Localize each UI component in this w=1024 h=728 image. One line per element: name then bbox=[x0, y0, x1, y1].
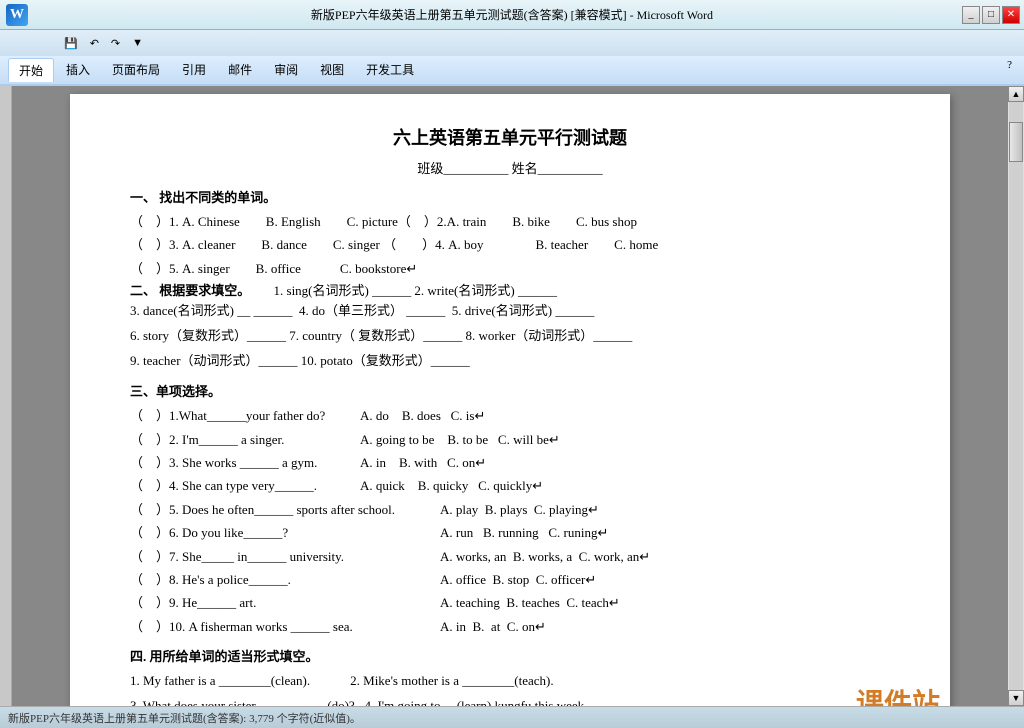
toolbar-dropdown-icon[interactable]: ▼ bbox=[128, 36, 147, 50]
redo-icon[interactable]: ↷ bbox=[107, 36, 124, 51]
save-icon[interactable]: 💾 bbox=[60, 36, 82, 51]
tab-insert[interactable]: 插入 bbox=[56, 58, 100, 82]
section1-row2: （ ）3. A. cleaner B. dance C. singer （ ）4… bbox=[130, 233, 890, 256]
quick-access-toolbar: 💾 ↶ ↷ ▼ bbox=[0, 30, 1024, 56]
document-page: 六上英语第五单元平行测试题 班级__________ 姓名__________ … bbox=[70, 94, 950, 706]
window-controls[interactable]: _ □ ✕ bbox=[962, 6, 1020, 24]
scroll-thumb[interactable] bbox=[1009, 122, 1023, 162]
main-area: 六上英语第五单元平行测试题 班级__________ 姓名__________ … bbox=[0, 86, 1024, 706]
title-text: 新版PEP六年级英语上册第五单元测试题(含答案) [兼容模式] - Micros… bbox=[311, 6, 713, 23]
s3-q10: （ ）10. A fisherman works ______ sea. A. … bbox=[130, 615, 890, 638]
tab-view[interactable]: 视图 bbox=[310, 58, 354, 82]
q3: （ ）3. A. cleaner B. dance C. singer （ ）4… bbox=[130, 233, 658, 256]
vertical-scrollbar[interactable]: ▲ ▼ bbox=[1008, 86, 1024, 706]
page-title: 六上英语第五单元平行测试题 bbox=[130, 124, 890, 150]
tab-mail[interactable]: 邮件 bbox=[218, 58, 262, 82]
s4-row1: 1. My father is a ________(clean). 2. Mi… bbox=[130, 669, 890, 694]
s2-inline-q1: 1. sing(名词形式) ______ 2. write(名词形式) ____… bbox=[274, 283, 557, 298]
maximize-button[interactable]: □ bbox=[982, 6, 1000, 24]
s4-row2: 3. What does your sister___________(do)?… bbox=[130, 694, 890, 706]
s3-q8: （ ）8. He's a police______. A. office B. … bbox=[130, 568, 890, 591]
tab-devtools[interactable]: 开发工具 bbox=[356, 58, 424, 82]
section1-row3: （ ）5. A. singer B. office C. bookstore↵ bbox=[130, 257, 890, 280]
tab-start[interactable]: 开始 bbox=[8, 58, 54, 82]
watermark: 课件站 www.kjzhan.com bbox=[837, 688, 940, 706]
s2-row3: 6. story（复数形式）______ 7. country（ 复数形式）__… bbox=[130, 324, 890, 349]
ribbon-tabs: 开始 插入 页面布局 引用 邮件 审阅 视图 开发工具 ? bbox=[0, 58, 1024, 82]
scroll-track[interactable] bbox=[1009, 102, 1023, 690]
title-bar: W 新版PEP六年级英语上册第五单元测试题(含答案) [兼容模式] - Micr… bbox=[0, 0, 1024, 30]
section2-header: 二、 根据要求填空。 bbox=[130, 283, 250, 298]
s2-row2: 3. dance(名词形式) __ ______ 4. do（单三形式） ___… bbox=[130, 299, 890, 324]
section1-row1: （ ）1. A. Chinese B. English C. picture（ … bbox=[130, 210, 890, 233]
s3-q2: （ ）2. I'm______ a singer. A. going to be… bbox=[130, 428, 890, 451]
scroll-down-button[interactable]: ▼ bbox=[1008, 690, 1024, 706]
status-bar: 新版PEP六年级英语上册第五单元测试题(含答案): 3,779 个字符(近似值)… bbox=[0, 706, 1024, 728]
s3-q6: （ ）6. Do you like______? A. run B. runni… bbox=[130, 521, 890, 544]
section3-header: 三、单项选择。 bbox=[130, 381, 890, 400]
s3-q3: （ ）3. She works ______ a gym. A. in B. w… bbox=[130, 451, 890, 474]
watermark-line1: 课件站 bbox=[837, 688, 940, 706]
subtitle-line: 班级__________ 姓名__________ bbox=[130, 158, 890, 177]
tab-layout[interactable]: 页面布局 bbox=[102, 58, 170, 82]
close-button[interactable]: ✕ bbox=[1002, 6, 1020, 24]
q1: （ ）1. A. Chinese B. English C. picture（ … bbox=[130, 210, 637, 233]
ribbon: 开始 插入 页面布局 引用 邮件 审阅 视图 开发工具 ? bbox=[0, 56, 1024, 86]
q5: （ ）5. A. singer B. office C. bookstore↵ bbox=[130, 261, 417, 276]
s3-q7: （ ）7. She_____ in______ university. A. w… bbox=[130, 545, 890, 568]
minimize-button[interactable]: _ bbox=[962, 6, 980, 24]
section1-header: 一、 找出不同类的单词。 bbox=[130, 187, 890, 206]
section4-header: 四. 用所给单词的适当形式填空。 bbox=[130, 646, 890, 665]
help-icon[interactable]: ? bbox=[1003, 58, 1016, 82]
app-logo: W bbox=[6, 4, 28, 26]
left-margin bbox=[0, 86, 12, 706]
tab-review[interactable]: 审阅 bbox=[264, 58, 308, 82]
scroll-up-button[interactable]: ▲ bbox=[1008, 86, 1024, 102]
s3-q9: （ ）9. He______ art. A. teaching B. teach… bbox=[130, 591, 890, 614]
s3-q5: （ ）5. Does he often______ sports after s… bbox=[130, 498, 890, 521]
s2-row4: 9. teacher（动词形式）______ 10. potato（复数形式）_… bbox=[130, 349, 890, 374]
undo-icon[interactable]: ↶ bbox=[86, 36, 103, 51]
s3-q1: （ ）1.What______your father do? A. do B. … bbox=[130, 404, 890, 427]
doc-scroll-area[interactable]: 六上英语第五单元平行测试题 班级__________ 姓名__________ … bbox=[12, 86, 1008, 706]
s3-q4: （ ）4. She can type very______. A. quick … bbox=[130, 474, 890, 497]
tab-reference[interactable]: 引用 bbox=[172, 58, 216, 82]
